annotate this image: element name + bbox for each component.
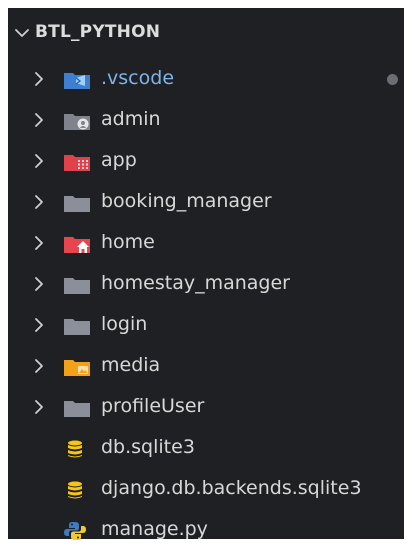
tree-item-label: django.db.backends.sqlite3 — [101, 477, 362, 499]
tree-item-label: login — [101, 313, 148, 335]
tree-item-label: admin — [101, 108, 161, 130]
tree-item-manage-py[interactable]: manage.py — [8, 510, 404, 551]
folder-icon — [64, 319, 90, 335]
chevron-right-icon[interactable] — [30, 357, 48, 375]
tree-item-homestay-manager[interactable]: homestay_manager — [8, 264, 404, 305]
folder-icon — [64, 401, 90, 417]
chevron-right-icon[interactable] — [30, 234, 48, 252]
media-folder-icon — [64, 360, 90, 376]
tree-item-vscode[interactable]: .vscode — [8, 59, 404, 100]
tree-item-label: app — [101, 149, 137, 171]
vscode-folder-icon — [64, 73, 90, 89]
chevron-right-icon[interactable] — [30, 316, 48, 334]
tree-item-label: .vscode — [101, 67, 175, 89]
tree-item-label: db.sqlite3 — [101, 436, 195, 458]
folder-icon — [64, 196, 90, 212]
explorer-root-title: BTL_PYTHON — [35, 22, 161, 42]
chevron-right-icon[interactable] — [30, 70, 48, 88]
explorer-root-row[interactable]: BTL_PYTHON — [8, 20, 404, 46]
folder-icon — [64, 278, 90, 294]
tree-item-label: profileUser — [101, 395, 205, 417]
tree-item-label: home — [101, 231, 155, 253]
chevron-down-icon[interactable] — [12, 23, 32, 43]
chevron-right-icon[interactable] — [30, 152, 48, 170]
tree-item-home[interactable]: home — [8, 223, 404, 264]
chevron-right-icon[interactable] — [30, 111, 48, 129]
tree-item-django-db-backends-sqlite3[interactable]: django.db.backends.sqlite3 — [8, 469, 404, 510]
tree-item-profile-user[interactable]: profileUser — [8, 387, 404, 428]
modified-dot-icon — [387, 74, 398, 85]
tree-item-booking-manager[interactable]: booking_manager — [8, 182, 404, 223]
admin-folder-icon — [64, 114, 90, 130]
explorer-panel: BTL_PYTHON .vscode admin app booking_man… — [8, 8, 404, 540]
tree-item-media[interactable]: media — [8, 346, 404, 387]
app-folder-icon — [64, 155, 90, 171]
tree-item-login[interactable]: login — [8, 305, 404, 346]
tree-item-app[interactable]: app — [8, 141, 404, 182]
tree-item-label: homestay_manager — [101, 272, 290, 294]
python-icon — [64, 522, 86, 540]
tree-item-label: booking_manager — [101, 190, 272, 212]
chevron-right-icon[interactable] — [30, 275, 48, 293]
chevron-right-icon[interactable] — [30, 193, 48, 211]
tree-item-label: media — [101, 354, 161, 376]
database-icon — [68, 481, 82, 499]
file-tree: .vscode admin app booking_manager home h… — [8, 59, 404, 551]
tree-item-label: manage.py — [101, 518, 208, 540]
database-icon — [68, 440, 82, 458]
chevron-right-icon[interactable] — [30, 398, 48, 416]
tree-item-admin[interactable]: admin — [8, 100, 404, 141]
tree-item-db-sqlite3[interactable]: db.sqlite3 — [8, 428, 404, 469]
home-folder-icon — [64, 237, 90, 253]
